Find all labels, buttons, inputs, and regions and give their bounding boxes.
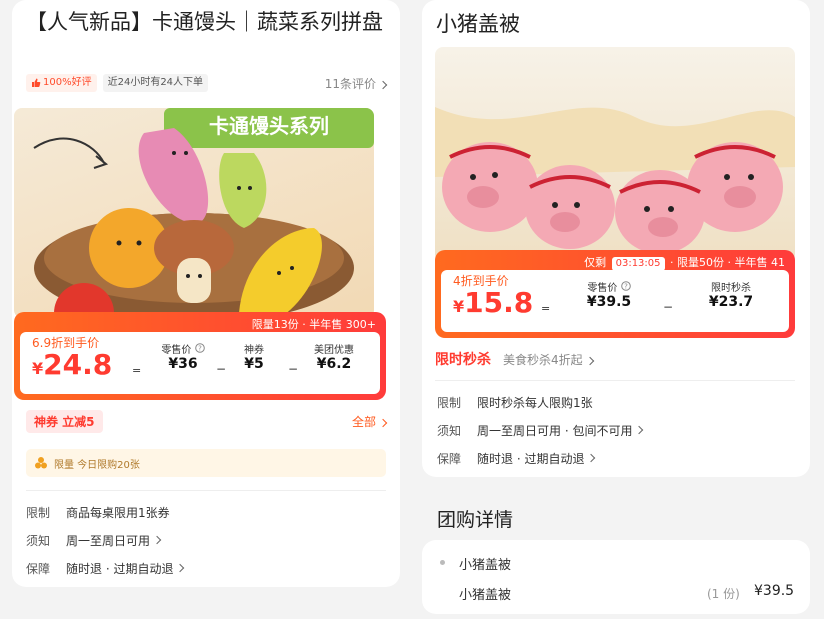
coupon-segment: 神券 ¥5 <box>234 341 274 372</box>
price-breakdown: 6.9折到手价 ¥24.8 = 零售价 ? ¥36 − 神券 ¥5 − 美团优惠… <box>20 332 380 394</box>
help-circle-icon[interactable]: ? <box>194 343 205 353</box>
countdown-timer: 03:13:05 <box>611 257 665 271</box>
rule-row-notice[interactable]: 须知 周一至周日可用 <box>26 531 162 549</box>
retail-price-label: 零售价 <box>161 345 192 356</box>
detail-group-name: 小猪盖被 <box>459 558 512 573</box>
rule-key: 须知 <box>437 423 462 438</box>
help-circle-icon[interactable]: ? <box>620 281 631 291</box>
deal-details-card: 小猪盖被 小猪盖被 (1 份) ¥39.5 <box>422 540 810 614</box>
good-rate-badge: 100%好评 <box>26 74 97 92</box>
rule-key: 保障 <box>437 451 462 466</box>
cartoon-buns-illustration <box>33 128 354 318</box>
detail-item-qty: (1 份) <box>707 587 740 601</box>
all-coupons-text: 全部 <box>351 414 376 429</box>
rule-value: 随时退 · 过期自动退 <box>477 451 585 466</box>
coupon-row: 神券 立减5 全部 <box>26 408 388 434</box>
chevron-right-icon <box>635 425 644 435</box>
chevron-right-icon <box>378 80 388 89</box>
flash-sale-link[interactable]: 美食秒杀4折起 <box>503 351 594 368</box>
piggy-buns-illustration <box>435 107 795 254</box>
deal-price-value: 24.8 <box>43 348 113 381</box>
all-coupons-link[interactable]: 全部 <box>351 413 388 430</box>
chevron-right-icon <box>378 418 388 427</box>
flash-sale-brand-text: 限时秒杀 <box>435 352 491 368</box>
rule-key: 保障 <box>26 561 51 576</box>
retail-price-segment: 零售价 ? ¥39.5 <box>571 279 647 310</box>
stock-strip: 限量13份 · 半年售 300+ <box>251 318 376 331</box>
chevron-right-icon <box>152 535 162 545</box>
rule-row-guarantee[interactable]: 保障 随时退 · 过期自动退 <box>437 449 596 467</box>
product-title: 小猪盖被 <box>436 12 520 36</box>
flash-sale-brand: 限时秒杀 <box>435 349 491 369</box>
rule-value: 商品每桌限用1张券 <box>66 505 170 520</box>
rule-key: 限制 <box>26 505 51 520</box>
svg-text:?: ? <box>198 345 202 353</box>
meituan-discount-segment: 美团优惠 ¥6.2 <box>304 341 364 372</box>
price-breakdown: 4折到手价 ¥15.8 = 零售价 ? ¥39.5 − 限时秒杀 ¥23.7 <box>441 270 789 332</box>
rule-key: 须知 <box>26 533 51 548</box>
rule-row-limit: 限制 限时秒杀每人限购1张 <box>437 393 593 411</box>
flash-sale-sub-text: 美食秒杀4折起 <box>503 353 583 367</box>
deal-price: ¥15.8 <box>453 286 534 319</box>
minus-sign: − <box>216 362 227 376</box>
price-panel-right: 仅剩 03:13:05 · 限量50份 · 半年售 41 4折到手价 ¥15.8… <box>435 250 795 338</box>
minus-sign: − <box>663 300 674 314</box>
flash-sale-value: ¥23.7 <box>708 294 754 310</box>
shenquan-badge[interactable]: 神券 立减5 <box>26 409 103 433</box>
retail-price-value: ¥36 <box>168 356 198 372</box>
divider <box>435 380 795 381</box>
coupon-dots-icon <box>35 457 47 469</box>
flash-sale-label: 限时秒杀 <box>711 283 751 294</box>
recent-orders-badge: 近24小时有24人下单 <box>102 74 209 92</box>
section-title-deal-details: 团购详情 <box>437 509 514 531</box>
thumb-up-icon <box>32 78 41 87</box>
flash-strip: 仅剩 03:13:05 · 限量50份 · 半年售 41 <box>584 254 785 271</box>
rule-value: 限时秒杀每人限购1张 <box>477 395 593 410</box>
flash-sale-segment: 限时秒杀 ¥23.7 <box>696 279 766 310</box>
deal-price-value: 15.8 <box>464 286 534 319</box>
detail-item-price: ¥39.5 <box>754 583 795 599</box>
divider <box>26 490 386 491</box>
chevron-right-icon <box>176 563 185 573</box>
purchase-limit-text: 限量 今日限购20张 <box>54 459 140 471</box>
retail-price-segment: 零售价 ? ¥36 <box>150 341 216 372</box>
detail-item-name: 小猪盖被 <box>459 588 512 603</box>
rule-value: 周一至周日可用 <box>66 533 151 548</box>
chevron-right-icon <box>587 453 596 463</box>
purchase-limit-bar: 限量 今日限购20张 <box>26 449 386 477</box>
product-image-cartoon-buns[interactable]: 卡通馒头系列 <box>14 108 374 318</box>
rule-row-notice[interactable]: 须知 周一至周日可用 · 包间不可用 <box>437 421 644 439</box>
retail-price-label: 零售价 <box>587 283 618 294</box>
deal-price: ¥24.8 <box>32 348 113 381</box>
coupon-label: 神券 <box>244 345 264 356</box>
meituan-discount-label: 美团优惠 <box>314 345 354 356</box>
rule-key: 限制 <box>437 395 462 410</box>
remaining-label: 仅剩 <box>584 256 607 269</box>
equals-sign: = <box>132 364 142 377</box>
coupon-value: ¥5 <box>244 356 264 372</box>
reviews-link[interactable]: 11条评价 <box>324 75 388 92</box>
rule-row-limit: 限制 商品每桌限用1张券 <box>26 503 170 521</box>
product-meta-row: 100%好评 近24小时有24人下单 11条评价 <box>26 73 388 93</box>
meituan-discount-value: ¥6.2 <box>316 356 352 372</box>
equals-sign: = <box>541 302 551 315</box>
bullet-dot <box>440 560 445 565</box>
good-rate-text: 100%好评 <box>43 77 92 88</box>
rule-row-guarantee[interactable]: 保障 随时退 · 过期自动退 <box>26 559 185 577</box>
stock-strip: · 限量50份 · 半年售 41 <box>670 256 785 269</box>
reviews-text: 11条评价 <box>324 76 376 91</box>
rule-value: 随时退 · 过期自动退 <box>66 561 174 576</box>
product-image-piggy[interactable] <box>435 47 795 262</box>
product-title: 【人气新品】卡通馒头｜蔬菜系列拼盘 <box>26 10 383 34</box>
minus-sign: − <box>288 362 299 376</box>
retail-price-value: ¥39.5 <box>586 294 632 310</box>
price-panel-left: 限量13份 · 半年售 300+ 6.9折到手价 ¥24.8 = 零售价 ? ¥… <box>14 312 386 400</box>
rule-value: 周一至周日可用 · 包间不可用 <box>477 423 633 438</box>
svg-text:?: ? <box>624 283 628 291</box>
chevron-right-icon <box>585 356 594 366</box>
